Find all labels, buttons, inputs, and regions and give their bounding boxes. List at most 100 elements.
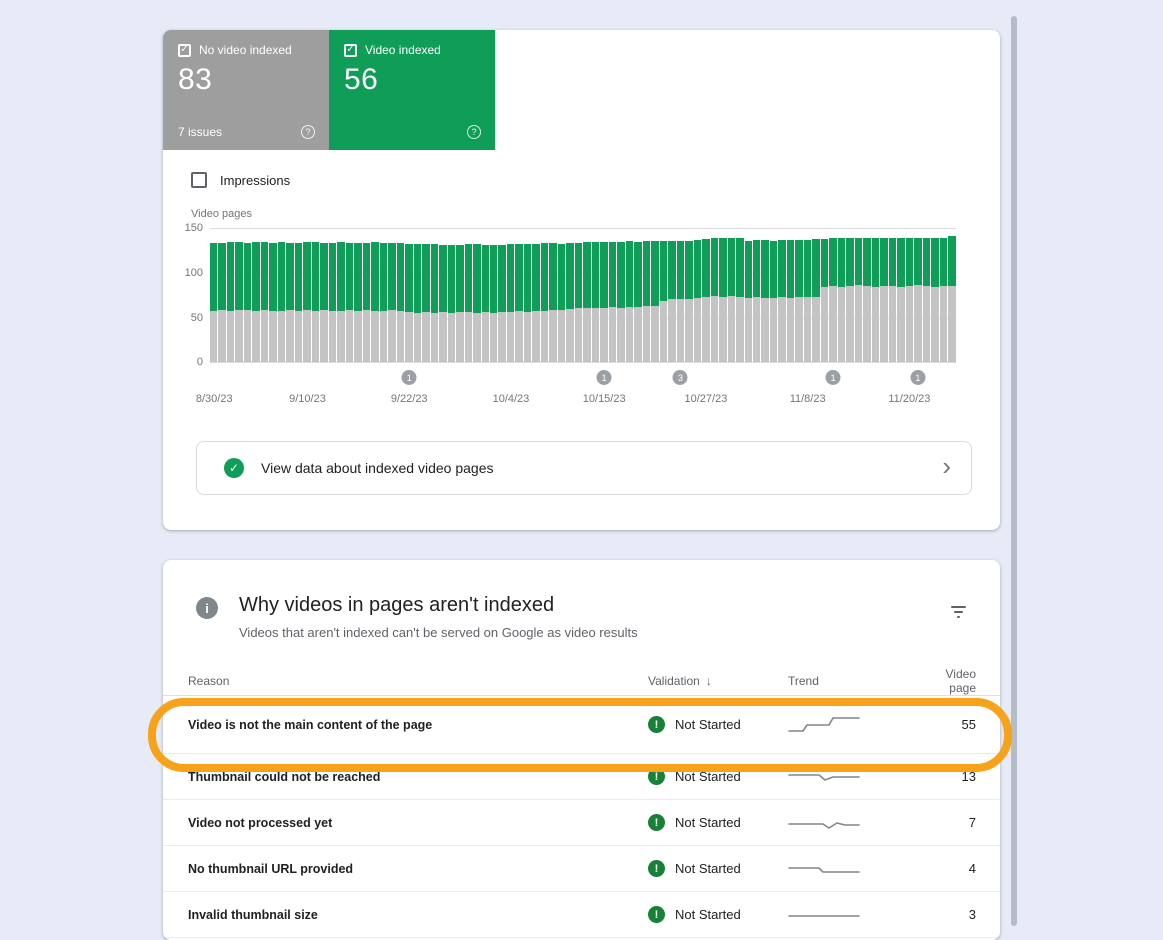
chart-bar[interactable] [558, 228, 565, 362]
help-icon[interactable]: ? [467, 125, 481, 139]
chart-bar[interactable] [753, 228, 760, 362]
chart-bar[interactable] [702, 228, 709, 362]
chart-bar[interactable] [295, 228, 302, 362]
chart-bar[interactable] [583, 228, 590, 362]
chart-bar[interactable] [210, 228, 217, 362]
chart-bar[interactable] [778, 228, 785, 362]
chart-bar[interactable] [940, 228, 947, 362]
chart-bar[interactable] [787, 228, 794, 362]
column-header-validation[interactable]: Validation↓ [648, 674, 788, 688]
chart-bar[interactable] [498, 228, 505, 362]
chart-bar[interactable] [770, 228, 777, 362]
chart-bar[interactable] [448, 228, 455, 362]
chart-bar[interactable] [312, 228, 319, 362]
chart-bar[interactable] [711, 228, 718, 362]
chart-bar[interactable] [269, 228, 276, 362]
tile-video-indexed[interactable]: ✓ Video indexed 56 ? [329, 30, 495, 150]
chart-bar[interactable] [541, 228, 548, 362]
chart-bar[interactable] [532, 228, 539, 362]
chart-bar[interactable] [931, 228, 938, 362]
chart-bar[interactable] [838, 228, 845, 362]
chart-bar[interactable] [677, 228, 684, 362]
issue-marker[interactable]: 1 [402, 370, 417, 385]
chart-bar[interactable] [388, 228, 395, 362]
chart-bar[interactable] [728, 228, 735, 362]
chart-bar[interactable] [651, 228, 658, 362]
checkbox-no-video-indexed[interactable]: ✓ [178, 44, 191, 57]
chart-bar[interactable] [617, 228, 624, 362]
chart-bar[interactable] [906, 228, 913, 362]
chart-bar[interactable] [863, 228, 870, 362]
filter-icon[interactable] [947, 602, 970, 622]
chart-bar[interactable] [889, 228, 896, 362]
chart-bar[interactable] [880, 228, 887, 362]
table-row[interactable]: Invalid thumbnail size ! Not Started 3 [163, 892, 1000, 938]
table-row[interactable]: No thumbnail URL provided ! Not Started … [163, 846, 1000, 892]
chart-bar[interactable] [414, 228, 421, 362]
issue-marker[interactable]: 1 [826, 370, 841, 385]
chart-bar[interactable] [761, 228, 768, 362]
chart-bar[interactable] [804, 228, 811, 362]
chart-bar[interactable] [634, 228, 641, 362]
column-header-trend[interactable]: Trend [788, 674, 918, 688]
chart-bar[interactable] [592, 228, 599, 362]
issue-marker[interactable]: 3 [673, 370, 688, 385]
chart-bar[interactable] [609, 228, 616, 362]
chart-bar[interactable] [465, 228, 472, 362]
table-row[interactable]: Video is not the main content of the pag… [163, 696, 1000, 754]
help-icon[interactable]: ? [301, 125, 315, 139]
issue-marker[interactable]: 1 [597, 370, 612, 385]
chart-bar[interactable] [227, 228, 234, 362]
column-header-reason[interactable]: Reason [188, 674, 648, 688]
chart-bar[interactable] [303, 228, 310, 362]
chart-bar[interactable] [897, 228, 904, 362]
chart-bar[interactable] [685, 228, 692, 362]
chart-bar[interactable] [244, 228, 251, 362]
chart-bar[interactable] [482, 228, 489, 362]
chart-bar[interactable] [439, 228, 446, 362]
chart-bar[interactable] [719, 228, 726, 362]
table-row[interactable]: Thumbnail could not be reached ! Not Sta… [163, 754, 1000, 800]
chart-bar[interactable] [872, 228, 879, 362]
chart-bar[interactable] [549, 228, 556, 362]
chart-bar[interactable] [456, 228, 463, 362]
chart-bar[interactable] [261, 228, 268, 362]
table-row[interactable]: Video not processed yet ! Not Started 7 [163, 800, 1000, 846]
view-indexed-data-banner[interactable]: ✓ View data about indexed video pages › [196, 441, 972, 495]
chart-bar[interactable] [914, 228, 921, 362]
chart-bar[interactable] [745, 228, 752, 362]
chart-bar[interactable] [507, 228, 514, 362]
chart-bar[interactable] [575, 228, 582, 362]
chart-bar[interactable] [329, 228, 336, 362]
chart-bar[interactable] [736, 228, 743, 362]
impressions-checkbox[interactable] [191, 172, 207, 188]
chart-bar[interactable] [923, 228, 930, 362]
column-header-video-page[interactable]: Video page [918, 667, 976, 695]
chart-bar[interactable] [660, 228, 667, 362]
chart-bar[interactable] [252, 228, 259, 362]
chart-bar[interactable] [371, 228, 378, 362]
chart-bar[interactable] [524, 228, 531, 362]
chart-bar[interactable] [346, 228, 353, 362]
impressions-toggle[interactable]: Impressions [191, 172, 290, 188]
chart-bar[interactable] [668, 228, 675, 362]
chevron-right-icon[interactable]: › [942, 456, 951, 480]
vertical-scrollbar[interactable] [1011, 16, 1017, 926]
chart-bar[interactable] [643, 228, 650, 362]
chart-bar[interactable] [626, 228, 633, 362]
checkbox-video-indexed[interactable]: ✓ [344, 44, 357, 57]
chart-bar[interactable] [515, 228, 522, 362]
chart-bar[interactable] [235, 228, 242, 362]
chart-bar[interactable] [218, 228, 225, 362]
chart-bar[interactable] [278, 228, 285, 362]
chart-bar[interactable] [948, 228, 955, 362]
chart-bar[interactable] [812, 228, 819, 362]
tile-no-video-indexed[interactable]: ✓ No video indexed 83 7 issues ? [163, 30, 329, 150]
chart-bar[interactable] [694, 228, 701, 362]
chart-bar[interactable] [821, 228, 828, 362]
chart-bar[interactable] [380, 228, 387, 362]
chart-bar[interactable] [431, 228, 438, 362]
chart-bar[interactable] [354, 228, 361, 362]
chart-bar[interactable] [490, 228, 497, 362]
chart-bar[interactable] [855, 228, 862, 362]
